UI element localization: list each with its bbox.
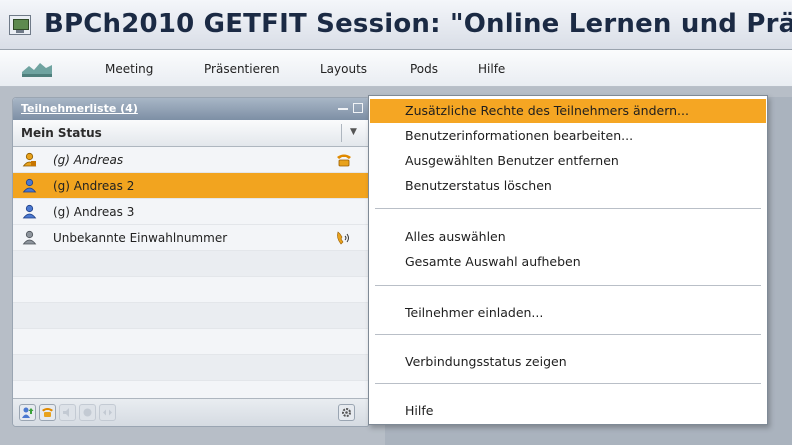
menu-item-help[interactable]: Hilfe	[370, 399, 766, 423]
status-dropdown-button[interactable]: ▼	[341, 124, 362, 142]
attendee-context-menu: Zusätzliche Rechte des Teilnehmers änder…	[368, 95, 768, 425]
user-gray-icon	[22, 230, 37, 245]
menu-bar: Meeting Präsentieren Layouts Pods Hilfe	[0, 50, 792, 87]
promote-user-icon	[22, 407, 34, 418]
attendee-row[interactable]: Unbekannte Einwahlnummer	[13, 225, 369, 251]
user-icon	[22, 204, 37, 219]
telephone-button[interactable]	[39, 404, 56, 421]
attendee-row[interactable]: (g) Andreas 3	[13, 199, 369, 225]
menu-separator	[375, 383, 761, 384]
attendee-row-selected[interactable]: (g) Andreas 2	[13, 173, 369, 199]
promote-user-button[interactable]	[19, 404, 36, 421]
menu-meeting[interactable]: Meeting	[105, 62, 153, 76]
empty-row	[13, 251, 369, 277]
maximize-icon[interactable]	[353, 103, 363, 113]
pod-footer-toolbar	[13, 398, 369, 426]
attendee-list-pod: Teilnehmerliste (4) Mein Status ▼ (g) An…	[12, 97, 370, 427]
telephone-icon	[42, 408, 53, 417]
chevron-down-icon: ▼	[350, 127, 357, 137]
attendee-name: (g) Andreas 3	[53, 205, 135, 219]
my-status-selector[interactable]: Mein Status ▼	[13, 120, 369, 147]
menu-item-deselect-all[interactable]: Gesamte Auswahl aufheben	[370, 250, 766, 274]
phone-audio-icon[interactable]	[335, 230, 353, 246]
menu-hilfe[interactable]: Hilfe	[478, 62, 505, 76]
empty-row	[13, 277, 369, 303]
menu-separator	[375, 208, 761, 209]
attendee-name: (g) Andreas	[53, 153, 124, 167]
attendee-row[interactable]: (g) Andreas	[13, 147, 369, 173]
connect-logo-icon[interactable]	[20, 58, 54, 80]
title-bar: BPCh2010 GETFIT Session: "Online Lernen …	[0, 0, 792, 50]
menu-item-invite[interactable]: Teilnehmer einladen...	[370, 301, 766, 325]
minimize-icon[interactable]	[338, 108, 348, 110]
app-window-icon	[9, 15, 31, 35]
host-user-icon	[22, 152, 37, 167]
menu-item-select-all[interactable]: Alles auswählen	[370, 225, 766, 249]
attendee-list: (g) Andreas (g) Andreas 2 (g) Andreas 3	[13, 147, 369, 381]
menu-praesentieren[interactable]: Präsentieren	[204, 62, 280, 76]
pod-title[interactable]: Teilnehmerliste (4)	[21, 102, 138, 115]
menu-item-change-rights[interactable]: Zusätzliche Rechte des Teilnehmers änder…	[370, 99, 766, 123]
speaker-button[interactable]	[59, 404, 76, 421]
window-title: BPCh2010 GETFIT Session: "Online Lernen …	[44, 9, 792, 39]
pod-header: Teilnehmerliste (4)	[13, 98, 369, 120]
user-icon	[22, 178, 37, 193]
arrows-button[interactable]	[99, 404, 116, 421]
attendee-name: Unbekannte Einwahlnummer	[53, 231, 228, 245]
menu-item-edit-user-info[interactable]: Benutzerinformationen bearbeiten...	[370, 124, 766, 148]
menu-item-connection-status[interactable]: Verbindungsstatus zeigen	[370, 350, 766, 374]
pod-options-button[interactable]	[338, 404, 355, 421]
menu-separator	[375, 285, 761, 286]
telephone-icon[interactable]	[335, 152, 353, 168]
speaker-icon	[63, 408, 69, 417]
hand-button[interactable]	[79, 404, 96, 421]
hand-icon	[83, 408, 92, 417]
menu-pods[interactable]: Pods	[410, 62, 438, 76]
menu-item-remove-user[interactable]: Ausgewählten Benutzer entfernen	[370, 149, 766, 173]
menu-layouts[interactable]: Layouts	[320, 62, 367, 76]
empty-row	[13, 355, 369, 381]
gear-icon	[342, 408, 351, 417]
attendee-name: (g) Andreas 2	[53, 179, 135, 193]
empty-row	[13, 303, 369, 329]
empty-row	[13, 329, 369, 355]
arrows-icon	[103, 409, 112, 416]
menu-separator	[375, 334, 761, 335]
my-status-label: Mein Status	[21, 126, 102, 140]
menu-item-clear-status[interactable]: Benutzerstatus löschen	[370, 174, 766, 198]
